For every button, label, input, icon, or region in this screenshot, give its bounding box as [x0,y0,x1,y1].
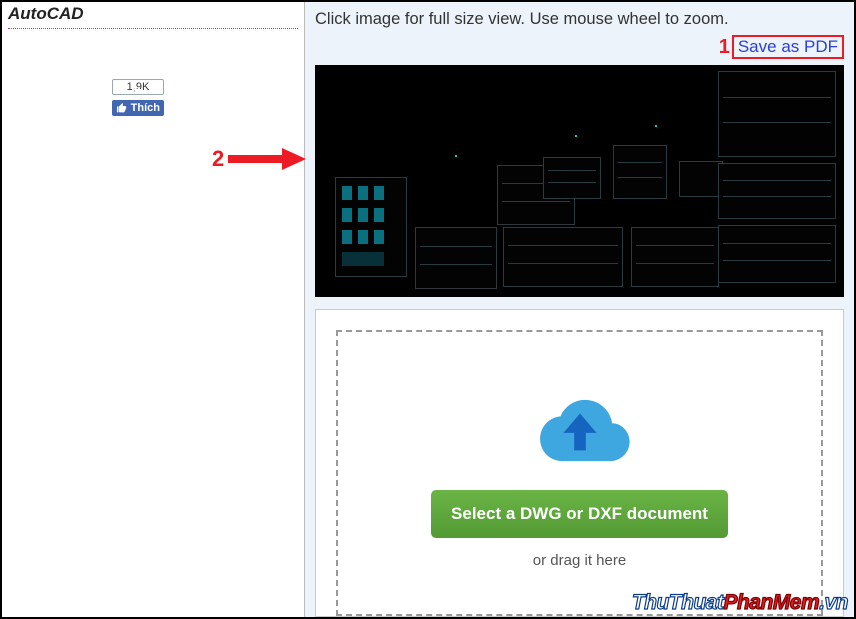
fb-like-count: 1,9K [112,79,164,95]
cad-sheet [503,227,623,287]
divider [8,28,298,29]
dropzone[interactable]: Select a DWG or DXF document or drag it … [336,330,823,616]
cad-sheet [679,161,723,197]
thumbs-up-icon [116,102,128,114]
main-content: Click image for full size view. Use mous… [305,2,854,617]
cad-sheet [718,225,836,283]
annotation-arrow-2: 2 [212,146,306,172]
fb-like-button[interactable]: Thích [112,100,164,116]
arrow-right-icon [224,148,306,170]
cad-sheet [543,157,601,199]
save-as-pdf-link[interactable]: Save as PDF [732,35,844,59]
fb-like-label: Thích [131,102,160,114]
sidebar-title: AutoCAD [8,4,298,24]
cad-sheet [631,227,719,287]
cloud-upload-icon [526,394,634,466]
annotation-marker-1: 1 [719,36,730,59]
cad-sheet [415,227,497,289]
facebook-like-widget[interactable]: 1,9K Thích [112,79,164,116]
drawing-preview[interactable] [315,65,844,297]
cad-sheet [718,71,836,157]
cad-sheet [718,163,836,219]
select-file-button[interactable]: Select a DWG or DXF document [431,490,728,538]
cad-sheet [613,145,667,199]
cad-sheet [335,177,407,277]
drag-hint: or drag it here [533,552,626,569]
upload-panel: Select a DWG or DXF document or drag it … [315,309,844,617]
sidebar: AutoCAD 1,9K Thích [2,2,305,617]
annotation-marker-2: 2 [212,146,224,172]
viewer-hint: Click image for full size view. Use mous… [315,10,844,29]
